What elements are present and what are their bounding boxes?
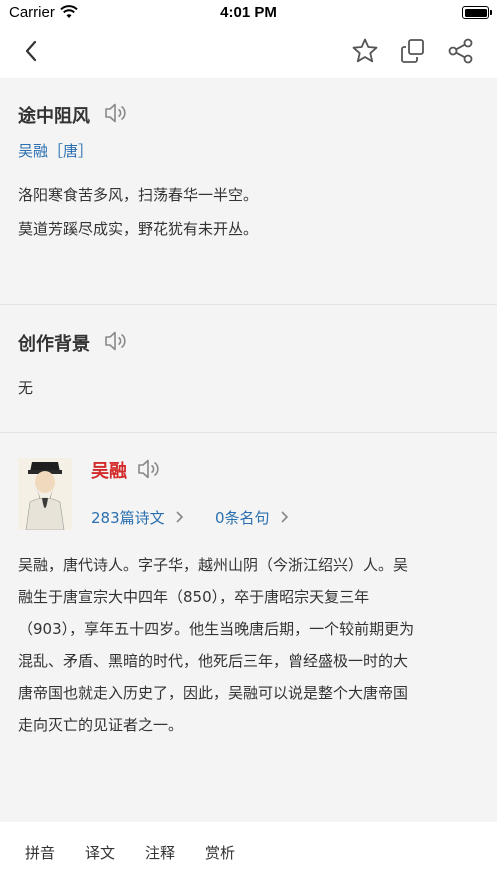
poet-quotes-label: 0条名句 <box>215 509 270 527</box>
poet-bio-line: （903），享年五十四岁。他生当晚唐后期，一个较前期更为 <box>18 620 415 638</box>
bottom-tab-bar: 拼音 译文 注释 赏析 <box>0 822 497 883</box>
poet-bio-line: 混乱、矛盾、黑暗的时代，他死后三年，曾经盛极一时的大 <box>18 652 409 670</box>
poem-author-dynasty[interactable]: 吴融［唐］ <box>18 140 93 161</box>
poem-line: 莫道芳蹊尽成实，野花犹有未开丛。 <box>18 220 259 238</box>
poet-bio-line: 吴融，唐代诗人。字子华，越州山阴（今浙江绍兴）人。吴 <box>18 556 409 574</box>
background-section: 创作背景 无 <box>0 305 497 432</box>
poem-line: 洛阳寒食苦多风，扫荡春华一半空。 <box>18 186 259 204</box>
poem-title: 途中阻风 <box>18 106 90 127</box>
poet-works-link[interactable]: 283篇诗文 <box>91 507 165 528</box>
star-icon[interactable] <box>350 36 380 66</box>
poet-bio-line: 唐帝国也就走入历史了，因此，吴融可以说是整个大唐帝国 <box>18 684 409 702</box>
back-arrow-icon[interactable] <box>16 36 46 66</box>
nav-bar <box>0 26 497 78</box>
speaker-icon[interactable] <box>104 102 128 124</box>
battery-tip <box>490 10 492 15</box>
tab-annotation[interactable]: 注释 <box>145 842 175 863</box>
poet-works-label: 283篇诗文 <box>91 509 165 527</box>
chevron-right-icon <box>281 511 289 523</box>
poet-quotes-link[interactable]: 0条名句 <box>215 507 270 528</box>
poet-bio-line: 融生于唐宣宗大中四年（850），卒于唐昭宗天复三年 <box>18 588 370 606</box>
share-icon[interactable] <box>446 36 476 66</box>
background-title: 创作背景 <box>18 334 90 355</box>
tab-translation[interactable]: 译文 <box>85 842 115 863</box>
speaker-icon[interactable] <box>104 330 128 352</box>
tab-pinyin[interactable]: 拼音 <box>25 842 55 863</box>
poet-portrait <box>18 458 72 530</box>
poem-section: 途中阻风 吴融［唐］ 洛阳寒食苦多风，扫荡春华一半空。 莫道芳蹊尽成实，野花犹有… <box>0 78 497 304</box>
speaker-icon[interactable] <box>137 458 161 480</box>
poet-bio-line: 走向灭亡的见证者之一。 <box>18 716 184 734</box>
divider <box>0 432 497 433</box>
background-text: 无 <box>18 379 34 397</box>
clock: 4:01 PM <box>220 4 277 21</box>
poet-name[interactable]: 吴融 <box>91 457 127 483</box>
copy-icon[interactable] <box>398 36 428 66</box>
chevron-right-icon <box>176 511 184 523</box>
tab-appreciation[interactable]: 赏析 <box>205 842 235 863</box>
status-bar: Carrier 4:01 PM <box>0 0 497 26</box>
battery-icon <box>462 6 489 19</box>
